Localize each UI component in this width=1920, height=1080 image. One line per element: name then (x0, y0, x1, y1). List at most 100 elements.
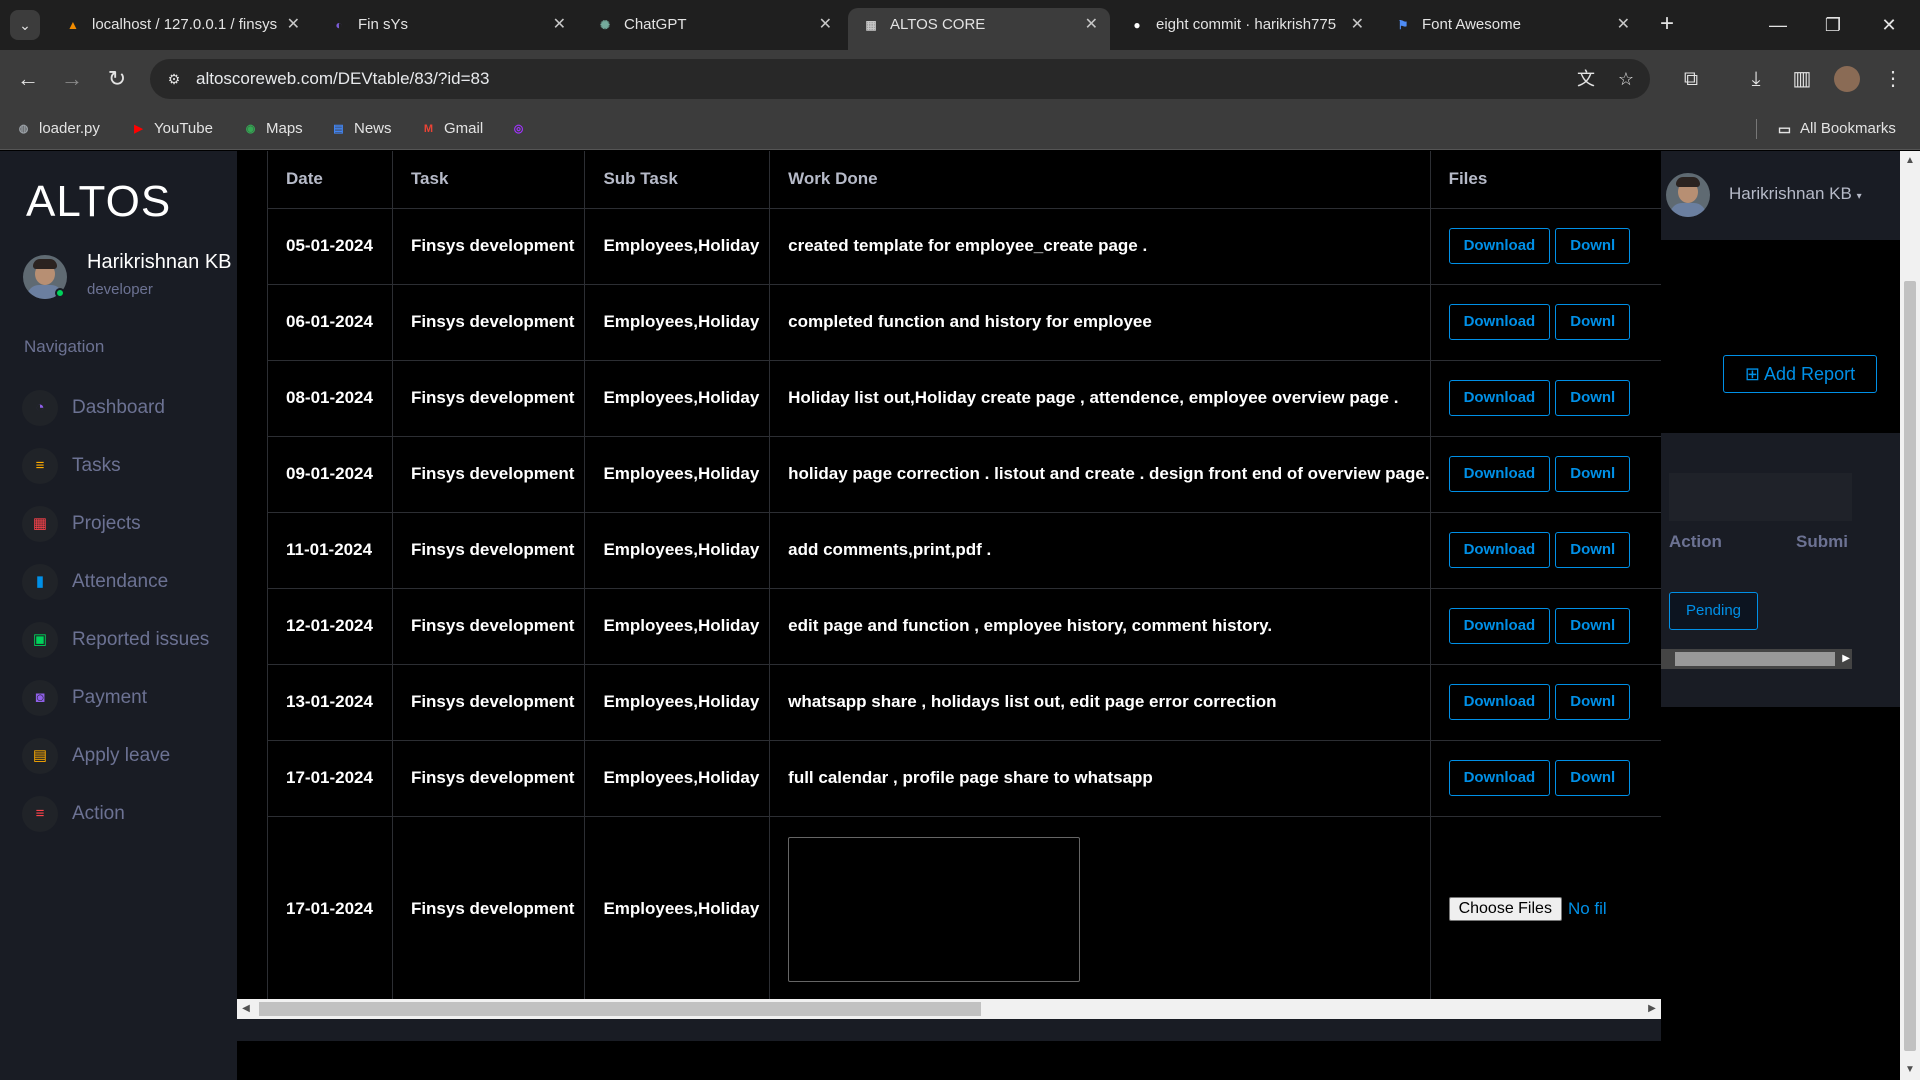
scroll-up-arrow-icon[interactable]: ▲ (1900, 153, 1920, 169)
sidebar: ALTOS Harikrishnan KB developer Navigati… (0, 151, 237, 1080)
translate-icon[interactable]: 文 (1574, 69, 1598, 89)
report-horizontal-scrollbar[interactable]: ▶ (1661, 649, 1852, 669)
download-button[interactable]: Download (1448, 532, 1551, 568)
bookmark-item-1[interactable]: ▶ YouTube (130, 108, 213, 150)
close-tab-icon[interactable]: ✕ (287, 8, 300, 42)
close-tab-icon[interactable]: ✕ (819, 8, 832, 42)
browser-tab-1[interactable]: ◐ Fin sYs ✕ (316, 8, 578, 42)
download-button[interactable]: Download (1448, 684, 1551, 720)
download-button[interactable]: Download (1448, 304, 1551, 340)
tasks-icon: ≡ (22, 448, 58, 484)
download-button-2[interactable]: Downl (1555, 684, 1631, 720)
browser-tab-5[interactable]: ⚑ Font Awesome ✕ (1380, 8, 1642, 42)
row-task: Finsys development (391, 664, 585, 741)
row-work-done: add comments,print,pdf . (769, 512, 1431, 589)
new-tab-button[interactable]: + (1652, 10, 1682, 40)
downloads-icon[interactable]: ⤓ (1741, 64, 1771, 94)
bookmark-item-4[interactable]: M Gmail (420, 108, 483, 150)
download-button-2[interactable]: Downl (1555, 608, 1631, 644)
header-user-dropdown[interactable]: Harikrishnan KB ▾ (1729, 184, 1862, 204)
bookmark-item-0[interactable]: ◍ loader.py (15, 108, 100, 150)
row-date: 08-01-2024 (267, 360, 393, 437)
forward-button[interactable]: → (57, 64, 87, 94)
sidebar-item-payment[interactable]: ◙ Payment (22, 676, 237, 720)
download-button[interactable]: Download (1448, 228, 1551, 264)
minimize-button[interactable]: — (1755, 10, 1801, 40)
browser-tab-4[interactable]: ● eight commit · harikrish775 ✕ (1114, 8, 1376, 42)
download-button[interactable]: Download (1448, 456, 1551, 492)
globe-icon: ◍ (18, 123, 29, 135)
scroll-right-arrow-icon[interactable]: ▶ (1645, 1001, 1659, 1017)
row-files: Download Downl (1429, 436, 1661, 513)
sidebar-item-tasks[interactable]: ≡ Tasks (22, 444, 237, 488)
bookmark-item-3[interactable]: ▤ News (330, 108, 391, 150)
download-button[interactable]: Download (1448, 608, 1551, 644)
download-button-2[interactable]: Downl (1555, 228, 1631, 264)
download-button-2[interactable]: Downl (1555, 304, 1631, 340)
browser-tab-0[interactable]: ▲ localhost / 127.0.0.1 / finsys ✕ (50, 8, 312, 42)
download-button-2[interactable]: Downl (1555, 760, 1631, 796)
sidebar-item-apply-leave[interactable]: ▤ Apply leave (22, 734, 237, 778)
extensions-icon[interactable]: ⧉ (1676, 64, 1706, 94)
bookmark-star-icon[interactable]: ☆ (1614, 69, 1638, 89)
close-tab-icon[interactable]: ✕ (1351, 8, 1364, 42)
leave-icon: ▤ (22, 738, 58, 774)
add-report-label: Add Report (1764, 364, 1856, 384)
page-scroll-thumb[interactable] (1904, 281, 1916, 1051)
reload-button[interactable]: ↻ (102, 64, 132, 94)
restore-button[interactable]: ❐ (1810, 10, 1856, 40)
status-badge[interactable]: Pending (1669, 592, 1758, 630)
add-report-button[interactable]: ⊞ Add Report (1723, 355, 1877, 393)
row-task: Finsys development (391, 588, 585, 665)
sidebar-item-action[interactable]: ≡ Action (22, 792, 237, 836)
tab-search-button[interactable]: ⌄ (10, 10, 40, 40)
gmail-icon: M (423, 123, 434, 135)
page-vertical-scrollbar[interactable]: ▲ ▼ (1900, 151, 1920, 1080)
address-bar[interactable]: ⚙ altoscoreweb.com/DEVtable/83/?id=83 文 … (150, 59, 1650, 99)
site-info-icon[interactable]: ⚙ (164, 69, 184, 89)
row-work-done: Holiday list out,Holiday create page , a… (769, 360, 1431, 437)
scroll-left-arrow-icon[interactable]: ◀ (239, 1001, 253, 1017)
messenger-icon: ◎ (513, 123, 524, 135)
sidebar-item-dashboard[interactable]: ◔ Dashboard (22, 386, 237, 430)
bookmark-item-5[interactable]: ◎ (510, 108, 534, 150)
download-button[interactable]: Download (1448, 760, 1551, 796)
browser-menu-icon[interactable]: ⋮ (1878, 64, 1908, 94)
sidebar-item-projects[interactable]: ▦ Projects (22, 502, 237, 546)
table-scroll-thumb[interactable] (259, 1002, 981, 1016)
header-avatar[interactable] (1666, 173, 1710, 217)
back-button[interactable]: ← (13, 64, 43, 94)
download-button-2[interactable]: Downl (1555, 380, 1631, 416)
scroll-down-arrow-icon[interactable]: ▼ (1900, 1062, 1920, 1078)
close-tab-icon[interactable]: ✕ (1617, 8, 1630, 42)
header-user-name: Harikrishnan KB (1729, 184, 1852, 203)
browser-tab-2[interactable]: ✺ ChatGPT ✕ (582, 8, 844, 42)
brand-logo[interactable]: ALTOS (26, 177, 171, 227)
table-row: 09-01-2024 Finsys development Employees,Ho… (267, 436, 1661, 513)
browser-tab-3[interactable]: ▦ ALTOS CORE ✕ (848, 8, 1110, 50)
bookmark-item-2[interactable]: ◉ Maps (242, 108, 303, 150)
report-scroll-thumb[interactable] (1675, 652, 1835, 666)
all-bookmarks-button[interactable]: ▭ All Bookmarks (1776, 108, 1896, 150)
close-tab-icon[interactable]: ✕ (553, 8, 566, 42)
row-sub-task: Employees,Holiday (584, 436, 770, 513)
row-files: Download Downl (1429, 512, 1661, 589)
work-done-textarea[interactable] (788, 836, 1081, 982)
download-button-2[interactable]: Downl (1555, 456, 1631, 492)
url-text[interactable]: altoscoreweb.com/DEVtable/83/?id=83 (196, 59, 489, 99)
report-filter-field[interactable] (1669, 473, 1852, 521)
profile-avatar[interactable] (1834, 66, 1860, 92)
sidebar-item-reported-issues[interactable]: ▣ Reported issues (22, 618, 237, 662)
choose-files-button[interactable]: Choose Files (1448, 897, 1562, 922)
download-button-2[interactable]: Downl (1555, 532, 1631, 568)
task-table-scroll-area[interactable]: Date Task Sub Task Work Done Files 05-01… (237, 151, 1661, 999)
close-tab-icon[interactable]: ✕ (1085, 8, 1098, 42)
download-button[interactable]: Download (1448, 380, 1551, 416)
sidebar-item-attendance[interactable]: ▮ Attendance (22, 560, 237, 604)
row-date: 13-01-2024 (267, 664, 393, 741)
folder-icon: ▭ (1777, 121, 1792, 137)
side-panel-icon[interactable]: ▥ (1787, 64, 1817, 94)
scroll-right-arrow-icon[interactable]: ▶ (1842, 651, 1850, 667)
table-horizontal-scrollbar[interactable]: ◀ ▶ (237, 999, 1661, 1019)
close-window-button[interactable]: ✕ (1866, 10, 1912, 40)
